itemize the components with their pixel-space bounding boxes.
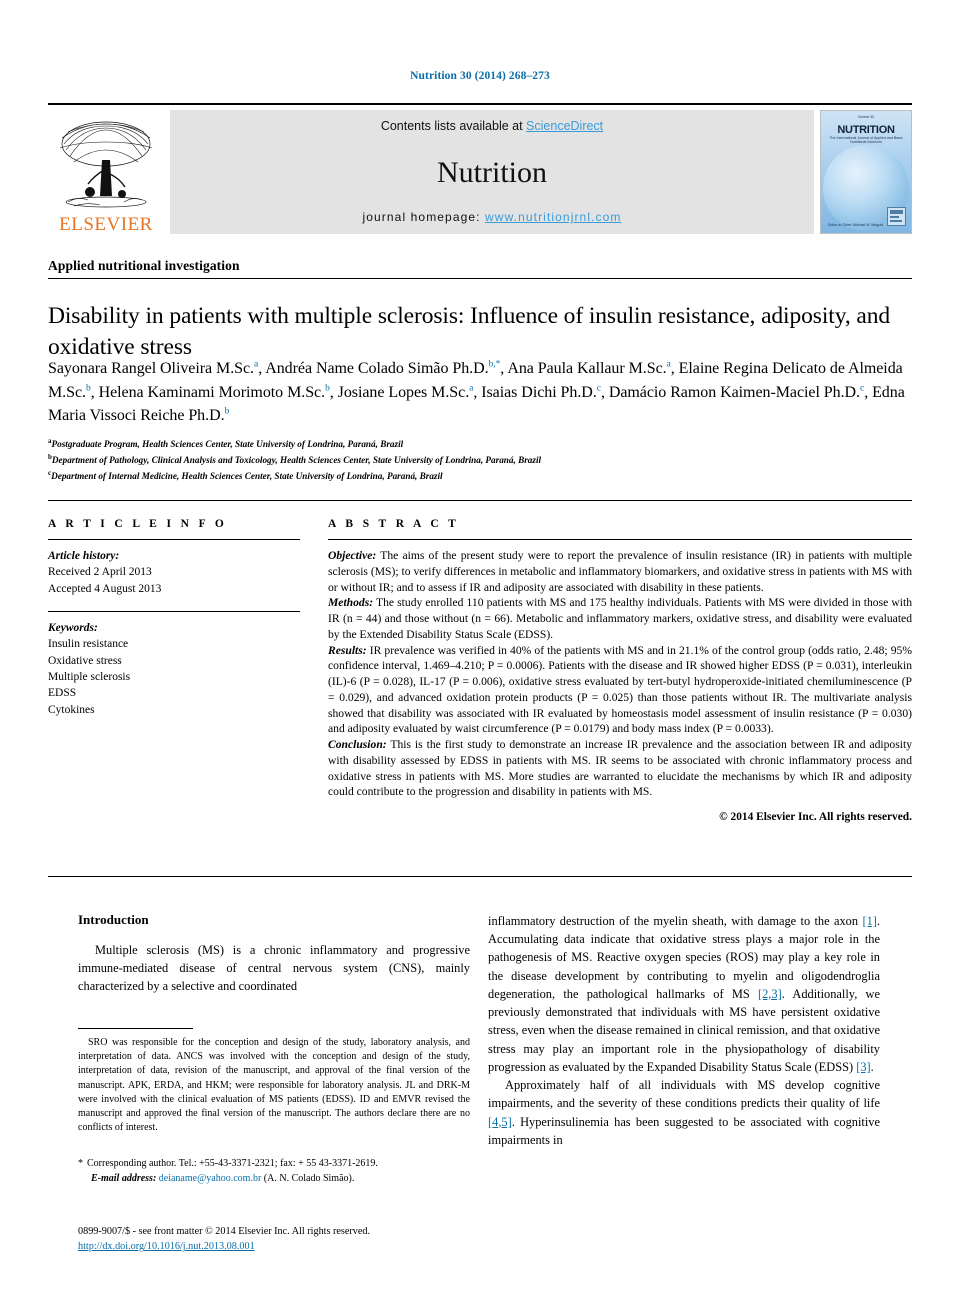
elsevier-tree-icon xyxy=(54,118,158,214)
article-history: Article history: Received 2 April 2013 A… xyxy=(48,548,300,597)
body-text-run: Approximately half of all individuals wi… xyxy=(488,1078,880,1111)
abstract-results-text: IR prevalence was verified in 40% of the… xyxy=(328,643,912,736)
citation-link-1[interactable]: [1] xyxy=(862,914,876,928)
body-text-run: inflammatory destruction of the myelin s… xyxy=(488,914,863,928)
divider-abstract xyxy=(328,539,912,540)
email-line: E-mail address: deianame@yahoo.com.br (A… xyxy=(78,1172,470,1187)
corresponding-marker: * xyxy=(78,1158,83,1169)
abstract-methods-label: Methods: xyxy=(328,596,374,610)
sciencedirect-link[interactable]: ScienceDirect xyxy=(526,119,603,133)
article-info-heading: A R T I C L E I N F O xyxy=(48,518,228,530)
divider-under-section-label xyxy=(48,278,912,279)
affiliation-list: aPostgraduate Program, Health Sciences C… xyxy=(48,436,916,484)
contents-lists-prefix: Contents lists available at xyxy=(380,119,527,133)
abstract-column: A B S T R A C T Objective: The aims of t… xyxy=(328,518,912,826)
abstract-objective: Objective: The aims of the present study… xyxy=(328,548,912,595)
article-history-accepted: Accepted 4 August 2013 xyxy=(48,582,162,595)
contents-banner: Contents lists available at ScienceDirec… xyxy=(170,110,814,234)
citation-link-3[interactable]: [3] xyxy=(856,1060,870,1074)
divider-above-abstract xyxy=(48,500,912,501)
running-head: Nutrition 30 (2014) 268–273 xyxy=(410,70,550,82)
keywords-label: Keywords: xyxy=(48,621,98,634)
homepage-prefix: journal homepage: xyxy=(362,210,486,224)
article-page: Nutrition 30 (2014) 268–273 ELSEVIER Con… xyxy=(0,0,960,1290)
corresponding-text: Corresponding author. Tel.: +55-43-3371-… xyxy=(87,1158,378,1169)
cover-badge-icon xyxy=(887,207,906,226)
article-history-label: Article history: xyxy=(48,550,120,562)
introduction-heading: Introduction xyxy=(78,912,149,927)
journal-homepage-line: journal homepage: www.nutritionjrnl.com xyxy=(362,210,621,224)
body-text-run: . Hyperinsulinemia has been suggested to… xyxy=(488,1114,880,1147)
body-paragraph: inflammatory destruction of the myelin s… xyxy=(488,912,880,1076)
section-label: Applied nutritional investigation xyxy=(48,258,240,273)
body-column-right: inflammatory destruction of the myelin s… xyxy=(488,912,880,1149)
affiliation-item: aPostgraduate Program, Health Sciences C… xyxy=(48,436,916,452)
abstract-methods: Methods: The study enrolled 110 patients… xyxy=(328,595,912,642)
affiliation-text: Department of Internal Medicine, Health … xyxy=(51,471,443,481)
author-list: Sayonara Rangel Oliveira M.Sc.a, Andréa … xyxy=(48,359,905,425)
cover-title: NUTRITION xyxy=(837,124,895,136)
keyword-item: EDSS xyxy=(48,687,77,700)
abstract-objective-text: The aims of the present study were to re… xyxy=(328,549,912,594)
affiliation-item: cDepartment of Internal Medicine, Health… xyxy=(48,468,916,484)
affiliation-item: bDepartment of Pathology, Clinical Analy… xyxy=(48,452,916,468)
body-column-left: Introduction Multiple sclerosis (MS) is … xyxy=(78,912,470,996)
affiliation-text: Postgraduate Program, Health Sciences Ce… xyxy=(51,439,404,450)
journal-homepage-link[interactable]: www.nutritionjrnl.com xyxy=(485,210,621,224)
doi-link[interactable]: http://dx.doi.org/10.1016/j.nut.2013.08.… xyxy=(78,1241,255,1252)
article-info-column: A R T I C L E I N F O Article history: R… xyxy=(48,518,300,718)
page-title: Disability in patients with multiple scl… xyxy=(48,302,890,360)
corresponding-author-note: * Corresponding author. Tel.: +55-43-3371… xyxy=(78,1157,470,1186)
corresponding-line: * Corresponding author. Tel.: +55-43-3371… xyxy=(78,1157,470,1172)
footnote-contributions: SRO was responsible for the conception a… xyxy=(78,1036,470,1135)
keyword-item: Insulin resistance xyxy=(48,638,129,651)
email-owner: (A. N. Colado Simão). xyxy=(263,1172,355,1184)
elsevier-wordmark: ELSEVIER xyxy=(59,214,153,235)
keyword-item: Oxidative stress xyxy=(48,654,122,667)
divider-footnote xyxy=(78,1028,193,1029)
body-text-run: . xyxy=(870,1059,874,1074)
article-history-received: Received 2 April 2013 xyxy=(48,566,152,579)
abstract-conclusion-label: Conclusion: xyxy=(328,738,387,752)
abstract-results: Results: IR prevalence was verified in 4… xyxy=(328,643,912,738)
journal-masthead: ELSEVIER Contents lists available at Sci… xyxy=(48,103,912,235)
abstract-heading: A B S T R A C T xyxy=(328,518,460,530)
cover-volume-line: Volume 30 xyxy=(857,115,875,119)
email-link[interactable]: deianame@yahoo.com.br xyxy=(159,1173,262,1184)
imprint-block: 0899-9007/$ - see front matter © 2014 El… xyxy=(78,1224,538,1255)
abstract-methods-text: The study enrolled 110 patients with MS … xyxy=(328,596,912,641)
contents-lists-line: Contents lists available at ScienceDirec… xyxy=(381,119,603,133)
keywords-block: Keywords: Insulin resistance Oxidative s… xyxy=(48,620,300,718)
abstract-results-label: Results: xyxy=(328,643,367,657)
keyword-item: Multiple sclerosis xyxy=(48,670,131,683)
body-paragraph: Approximately half of all individuals wi… xyxy=(488,1076,880,1149)
email-label: E-mail address: xyxy=(91,1172,157,1184)
divider-article-info xyxy=(48,539,300,540)
abstract-copyright: © 2014 Elsevier Inc. All rights reserved… xyxy=(719,811,912,824)
affiliation-text: Department of Pathology, Clinical Analys… xyxy=(51,455,542,466)
divider-below-abstract xyxy=(48,876,912,877)
citation-link-4[interactable]: [4,5] xyxy=(488,1115,512,1129)
abstract-objective-label: Objective: xyxy=(328,549,377,562)
footnote-text: SRO was responsible for the conception a… xyxy=(78,1037,470,1134)
elsevier-logo: ELSEVIER xyxy=(48,110,164,234)
abstract-conclusion-text: This is the first study to demonstrate a… xyxy=(328,738,912,799)
divider-keywords xyxy=(48,610,300,612)
front-matter-line: 0899-9007/$ - see front matter © 2014 El… xyxy=(78,1226,371,1237)
abstract-conclusion: Conclusion: This is the first study to d… xyxy=(328,737,912,800)
journal-name: Nutrition xyxy=(437,155,547,189)
keyword-item: Cytokines xyxy=(48,703,95,716)
cover-subtitle: The International Journal of Applied and… xyxy=(829,136,903,144)
journal-cover-thumbnail[interactable]: Volume 30 NUTRITION The International Jo… xyxy=(820,110,912,234)
citation-link-2[interactable]: [2,3] xyxy=(758,987,782,1001)
abstract-body: Objective: The aims of the present study… xyxy=(328,548,912,826)
cover-footer: Editor-in-Chief: Michael M. Meguid xyxy=(828,223,884,227)
body-paragraph: Multiple sclerosis (MS) is a chronic inf… xyxy=(78,943,470,994)
